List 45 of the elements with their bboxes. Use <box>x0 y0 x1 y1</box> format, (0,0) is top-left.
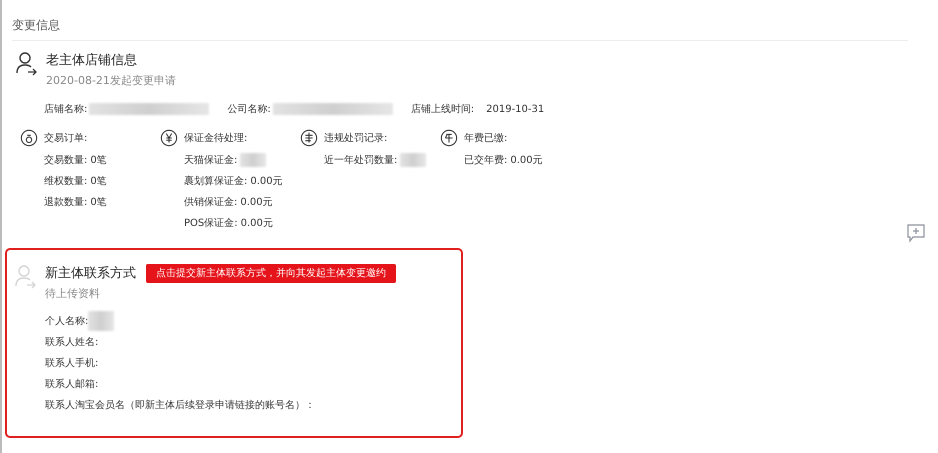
circle-badge-icon <box>440 129 458 147</box>
blurred-value <box>400 153 426 167</box>
stat-label: 裹划算保证金: <box>184 174 248 188</box>
blurred-value <box>88 311 114 331</box>
circle-badge-icon <box>300 129 318 147</box>
section-subtitle: 待上传资料 <box>45 286 101 302</box>
section-title: 新主体联系方式 <box>45 265 136 283</box>
stat-heading: 年费已缴: <box>464 132 508 146</box>
section-subtitle: 2020-08-21发起变更申请 <box>46 72 176 88</box>
stat-label: 维权数量: <box>44 174 88 188</box>
stat-value: 0笔 <box>90 154 107 168</box>
stat-value: 0.00元 <box>240 216 273 230</box>
info-label: 店铺上线时间: <box>410 102 474 116</box>
stat-value: 0.00元 <box>510 154 543 168</box>
stat-heading: 违规处罚记录: <box>324 132 388 146</box>
stat-heading: 交易订单: <box>44 132 88 146</box>
info-value: 2019-10-31 <box>486 102 544 116</box>
field-label: 联系人手机: <box>45 356 98 370</box>
stat-value: 0.00元 <box>240 196 273 210</box>
field-label: 联系人邮箱: <box>45 378 98 392</box>
circle-badge-icon <box>20 129 38 147</box>
field-label: 联系人姓名: <box>45 336 98 350</box>
field-label: 个人名称: <box>45 314 88 328</box>
field-label: 联系人淘宝会员名（即新主体后续登录申请链接的账号名）： <box>45 398 315 412</box>
section-title: 老主体店铺信息 <box>46 52 138 70</box>
stat-value: 0笔 <box>90 174 107 188</box>
stat-label: 退款数量: <box>44 196 88 210</box>
page-title: 变更信息 <box>12 17 61 34</box>
stat-label: 天猫保证金: <box>184 154 238 168</box>
stat-value: 0.00元 <box>250 174 283 188</box>
stat-label: 近一年处罚数量: <box>324 154 398 168</box>
blurred-value <box>240 153 266 167</box>
info-label: 店铺名称: <box>44 102 88 116</box>
stat-label: 交易数量: <box>44 154 88 168</box>
circle-badge-icon <box>160 129 178 147</box>
info-label: 公司名称: <box>227 102 271 116</box>
stat-label: 供销保证金: <box>184 196 238 210</box>
person-arrow-icon <box>16 51 38 77</box>
person-arrow-icon <box>15 264 37 290</box>
stat-label: POS保证金: <box>184 216 238 230</box>
add-comment-icon[interactable] <box>906 223 926 243</box>
stat-value: 0笔 <box>90 196 107 210</box>
stat-label: 已交年费: <box>464 154 508 168</box>
callout-banner: 点击提交新主体联系方式，并向其发起主体变更邀约 <box>146 264 396 284</box>
stat-heading: 保证金待处理: <box>184 132 248 146</box>
